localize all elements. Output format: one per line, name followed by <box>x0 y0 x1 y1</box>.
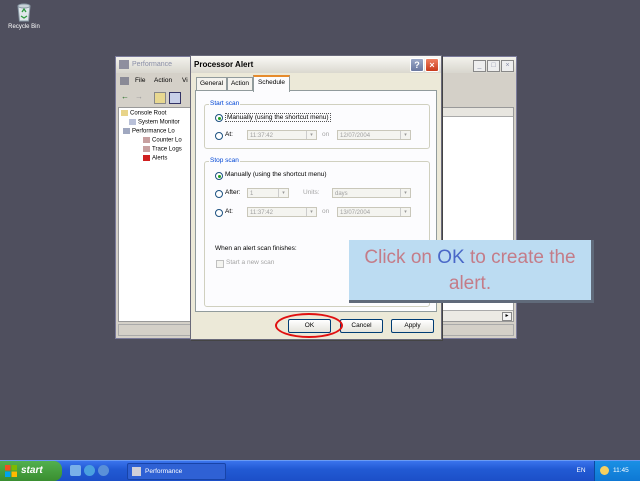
performance-title: Performance <box>132 61 173 68</box>
back-arrow-icon[interactable]: ← <box>120 92 130 102</box>
trace-logs-icon <box>143 146 150 152</box>
maximize-button[interactable]: □ <box>487 60 500 72</box>
date-dropdown-icon[interactable]: ▾ <box>400 208 410 216</box>
clock[interactable]: 11:45 <box>613 467 629 474</box>
menu-action[interactable]: Action <box>154 77 172 84</box>
menu-file[interactable]: File <box>135 77 145 84</box>
tree-item-alerts[interactable]: Alerts <box>143 155 167 162</box>
start-scan-group: Start scan Manually (using the shortcut … <box>204 100 430 149</box>
ok-highlight-ring <box>275 313 343 338</box>
counter-logs-icon <box>143 137 150 143</box>
network-icon[interactable] <box>600 466 609 475</box>
tree-item-system-monitor[interactable]: System Monitor <box>129 119 180 126</box>
tree-item-counter-logs[interactable]: Counter Lo <box>143 137 182 144</box>
forward-arrow-icon[interactable]: → <box>134 92 144 102</box>
tree-item-console-root[interactable]: Console Root <box>121 110 166 117</box>
help-button[interactable]: ? <box>410 58 424 72</box>
recycle-bin-icon <box>15 2 33 22</box>
folder-icon <box>121 110 128 116</box>
chevron-down-icon[interactable]: ▾ <box>400 189 410 197</box>
start-new-scan-checkbox[interactable] <box>216 260 224 268</box>
performance-app-icon <box>119 60 129 69</box>
media-player-icon[interactable] <box>98 465 109 476</box>
apply-button[interactable]: Apply <box>391 319 434 333</box>
stop-units-label: Units: <box>303 189 320 196</box>
performance-app-icon <box>132 467 141 476</box>
window-close-button[interactable]: × <box>501 60 514 72</box>
stop-after-label[interactable]: After: <box>225 189 241 196</box>
cancel-button[interactable]: Cancel <box>340 319 383 333</box>
quick-launch <box>68 464 109 478</box>
stop-manual-label[interactable]: Manually (using the shortcut menu) <box>225 171 327 178</box>
tree-item-trace-logs[interactable]: Trace Logs <box>143 146 182 153</box>
recycle-bin[interactable]: Recycle Bin <box>4 2 44 30</box>
language-indicator[interactable]: EN <box>571 463 591 478</box>
start-at-radio[interactable] <box>215 132 223 140</box>
details-header <box>443 108 513 117</box>
callout-ok-highlight: OK <box>437 247 465 268</box>
dialog-title: Processor Alert <box>194 60 254 69</box>
date-dropdown-icon[interactable]: ▾ <box>400 131 410 139</box>
windows-logo-icon <box>5 465 17 477</box>
tab-general[interactable]: General <box>196 77 227 90</box>
spinner-icon[interactable]: ▾ <box>306 208 316 216</box>
start-manual-radio[interactable] <box>215 114 223 122</box>
stop-date-field[interactable]: 13/07/2004 ▾ <box>337 207 411 217</box>
scroll-right-icon[interactable]: ▸ <box>502 312 512 321</box>
alerts-icon <box>143 155 150 161</box>
console-tree[interactable]: Console Root System Monitor Performance … <box>118 107 194 322</box>
start-scan-legend: Start scan <box>209 100 241 107</box>
taskbar-item-label: Performance <box>145 468 183 475</box>
internet-explorer-icon[interactable] <box>84 465 95 476</box>
start-button[interactable]: start <box>0 461 62 481</box>
menu-view[interactable]: Vi <box>182 77 188 84</box>
monitor-icon <box>129 119 136 125</box>
up-folder-icon[interactable] <box>154 92 166 104</box>
start-date-field[interactable]: 12/07/2004 ▾ <box>337 130 411 140</box>
mmc-icon <box>120 77 129 85</box>
stop-after-radio[interactable] <box>215 190 223 198</box>
stop-scan-legend: Stop scan <box>209 157 240 164</box>
taskbar: start Performance EN 11:45 <box>0 460 640 481</box>
horizontal-scrollbar[interactable]: ▸ <box>443 310 513 321</box>
stop-at-label[interactable]: At: <box>225 208 233 215</box>
recycle-bin-label: Recycle Bin <box>8 24 40 30</box>
taskbar-item-performance[interactable]: Performance <box>127 463 226 480</box>
logs-icon <box>123 128 130 134</box>
start-manual-label[interactable]: Manually (using the shortcut menu) <box>225 113 331 122</box>
tree-item-performance-logs[interactable]: Performance Lo <box>123 128 175 135</box>
callout-text: Click on OK to create the alert. <box>364 247 576 294</box>
start-on-label: on <box>322 131 330 138</box>
stop-time-field[interactable]: 11:37:42 ▾ <box>247 207 317 217</box>
tutorial-callout: Click on OK to create the alert. <box>349 240 594 303</box>
stop-at-radio[interactable] <box>215 209 223 217</box>
finish-label: When an alert scan finishes: <box>215 245 297 252</box>
system-tray: 11:45 <box>594 461 640 481</box>
start-label: start <box>21 465 43 476</box>
close-button[interactable]: × <box>425 58 439 72</box>
start-new-scan-label[interactable]: Start a new scan <box>226 259 274 266</box>
minimize-button[interactable]: _ <box>473 60 486 72</box>
start-at-label[interactable]: At: <box>225 131 233 138</box>
stop-units-select[interactable]: days ▾ <box>332 188 411 198</box>
stop-manual-radio[interactable] <box>215 172 223 180</box>
show-desktop-icon[interactable] <box>70 465 81 476</box>
spinner-icon[interactable]: ▾ <box>278 189 288 197</box>
stop-after-field[interactable]: 1 ▾ <box>247 188 289 198</box>
tab-action[interactable]: Action <box>227 77 253 90</box>
spinner-icon[interactable]: ▾ <box>306 131 316 139</box>
dialog-titlebar[interactable]: Processor Alert ? × <box>191 56 441 73</box>
stop-on-label: on <box>322 208 330 215</box>
tab-schedule[interactable]: Schedule <box>253 75 290 92</box>
show-tree-icon[interactable] <box>169 92 181 104</box>
start-time-field[interactable]: 11:37:42 ▾ <box>247 130 317 140</box>
